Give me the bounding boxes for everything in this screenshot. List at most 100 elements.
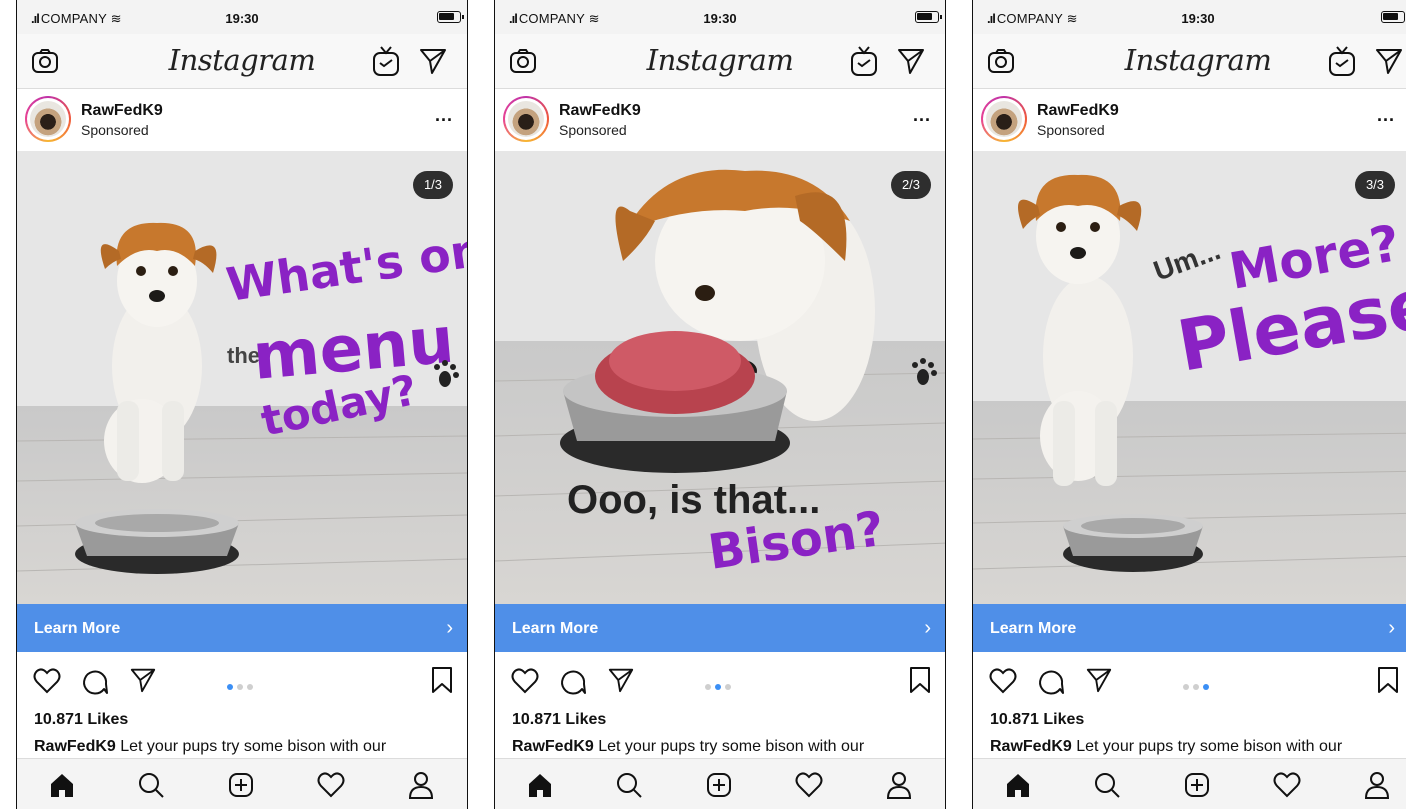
activity-icon[interactable] bbox=[317, 772, 345, 798]
learn-more-label: Learn More bbox=[34, 620, 121, 637]
comment-icon[interactable] bbox=[1037, 667, 1065, 695]
add-icon[interactable] bbox=[1183, 771, 1211, 799]
battery-icon bbox=[437, 11, 464, 23]
chevron-right-icon: › bbox=[1388, 617, 1395, 639]
learn-more-button[interactable]: Learn More › bbox=[17, 604, 467, 652]
post-image[interactable]: Um... More? Please? 3/3 bbox=[973, 151, 1406, 604]
post-header: RawFedK9 Sponsored ... bbox=[973, 89, 1406, 151]
carousel-dot bbox=[237, 684, 243, 690]
share-icon[interactable] bbox=[1085, 666, 1113, 694]
profile-icon[interactable] bbox=[407, 770, 435, 800]
top-bar: Instagram bbox=[973, 34, 1406, 89]
caption-text: Let your pups try some bison with our bbox=[1071, 738, 1343, 755]
top-bar: Instagram bbox=[495, 34, 945, 89]
post-image[interactable]: What's on the menu today? 1/3 bbox=[17, 151, 467, 604]
carousel-dot bbox=[1193, 684, 1199, 690]
status-bar: .ıl COMPANY ≋ 19:30 bbox=[17, 0, 467, 34]
sponsored-label: Sponsored bbox=[81, 122, 149, 138]
add-icon[interactable] bbox=[227, 771, 255, 799]
carousel-dot bbox=[715, 684, 721, 690]
tab-bar bbox=[495, 758, 945, 809]
chevron-right-icon: › bbox=[924, 617, 931, 639]
learn-more-label: Learn More bbox=[990, 620, 1077, 637]
caption-text: Let your pups try some bison with our bbox=[115, 738, 387, 755]
bookmark-icon[interactable] bbox=[909, 666, 931, 694]
slide-counter: 2/3 bbox=[891, 171, 931, 199]
comment-icon[interactable] bbox=[559, 667, 587, 695]
profile-icon[interactable] bbox=[1363, 770, 1391, 800]
post-header: RawFedK9 Sponsored ... bbox=[495, 89, 945, 151]
bookmark-icon[interactable] bbox=[431, 666, 453, 694]
search-icon[interactable] bbox=[1093, 771, 1121, 799]
tab-bar bbox=[17, 758, 467, 809]
battery-icon bbox=[915, 11, 942, 23]
igtv-icon[interactable] bbox=[849, 44, 879, 78]
carousel-dot bbox=[705, 684, 711, 690]
dog-photo-illustration: Ooo, is that... Bison? bbox=[495, 151, 945, 604]
bookmark-icon[interactable] bbox=[1377, 666, 1399, 694]
more-options-icon[interactable]: ... bbox=[435, 105, 453, 126]
carousel-dot bbox=[227, 684, 233, 690]
more-options-icon[interactable]: ... bbox=[913, 105, 931, 126]
post-actions bbox=[973, 652, 1406, 708]
comment-icon[interactable] bbox=[81, 667, 109, 695]
share-icon[interactable] bbox=[607, 666, 635, 694]
profile-icon[interactable] bbox=[885, 770, 913, 800]
direct-icon[interactable] bbox=[1374, 46, 1404, 76]
direct-icon[interactable] bbox=[418, 46, 448, 76]
more-options-icon[interactable]: ... bbox=[1377, 105, 1395, 126]
igtv-icon[interactable] bbox=[1327, 44, 1357, 78]
phone-screen-2: .ıl COMPANY ≋ 19:30 Instagram RawFedK9 Sp… bbox=[494, 0, 946, 809]
direct-icon[interactable] bbox=[896, 46, 926, 76]
caption-username[interactable]: RawFedK9 bbox=[512, 738, 594, 755]
home-icon[interactable] bbox=[1004, 771, 1032, 799]
search-icon[interactable] bbox=[615, 771, 643, 799]
caption: RawFedK9 Let your pups try some bison wi… bbox=[512, 738, 864, 756]
caption-text: Let your pups try some bison with our bbox=[593, 738, 865, 755]
avatar[interactable] bbox=[25, 96, 71, 142]
caption-username[interactable]: RawFedK9 bbox=[990, 738, 1072, 755]
account-name[interactable]: RawFedK9 bbox=[81, 102, 163, 120]
avatar[interactable] bbox=[503, 96, 549, 142]
slide-counter: 3/3 bbox=[1355, 171, 1395, 199]
heart-icon[interactable] bbox=[33, 668, 61, 694]
post-actions bbox=[17, 652, 467, 708]
carousel-indicator bbox=[705, 677, 741, 690]
status-bar: .ıl COMPANY ≋ 19:30 bbox=[973, 0, 1406, 34]
dog-photo-illustration: What's on the menu today? bbox=[17, 151, 467, 604]
home-icon[interactable] bbox=[526, 771, 554, 799]
carousel-dot bbox=[1183, 684, 1189, 690]
carousel-dot bbox=[1203, 684, 1209, 690]
top-bar: Instagram bbox=[17, 34, 467, 89]
add-icon[interactable] bbox=[705, 771, 733, 799]
slide-counter: 1/3 bbox=[413, 171, 453, 199]
igtv-icon[interactable] bbox=[371, 44, 401, 78]
carousel-dot bbox=[247, 684, 253, 690]
caption-username[interactable]: RawFedK9 bbox=[34, 738, 116, 755]
clock: 19:30 bbox=[1181, 11, 1215, 26]
post-image[interactable]: Ooo, is that... Bison? 2/3 bbox=[495, 151, 945, 604]
heart-icon[interactable] bbox=[989, 668, 1017, 694]
phone-screen-1: .ıl COMPANY ≋ 19:30 Instagram RawFedK9 Sp… bbox=[16, 0, 468, 809]
sponsored-label: Sponsored bbox=[1037, 122, 1105, 138]
clock: 19:30 bbox=[703, 11, 737, 26]
account-name[interactable]: RawFedK9 bbox=[559, 102, 641, 120]
activity-icon[interactable] bbox=[795, 772, 823, 798]
learn-more-button[interactable]: Learn More › bbox=[495, 604, 945, 652]
account-name[interactable]: RawFedK9 bbox=[1037, 102, 1119, 120]
likes-count[interactable]: 10.871 Likes bbox=[990, 711, 1084, 729]
search-icon[interactable] bbox=[137, 771, 165, 799]
avatar[interactable] bbox=[981, 96, 1027, 142]
likes-count[interactable]: 10.871 Likes bbox=[512, 711, 606, 729]
dog-photo-illustration: Um... More? Please? bbox=[973, 151, 1406, 604]
likes-count[interactable]: 10.871 Likes bbox=[34, 711, 128, 729]
phone-screen-3: .ıl COMPANY ≋ 19:30 Instagram RawFedK9 Sp… bbox=[972, 0, 1406, 809]
share-icon[interactable] bbox=[129, 666, 157, 694]
activity-icon[interactable] bbox=[1273, 772, 1301, 798]
learn-more-button[interactable]: Learn More › bbox=[973, 604, 1406, 652]
post-actions bbox=[495, 652, 945, 708]
sponsored-label: Sponsored bbox=[559, 122, 627, 138]
carousel-indicator bbox=[1183, 677, 1219, 690]
home-icon[interactable] bbox=[48, 771, 76, 799]
heart-icon[interactable] bbox=[511, 668, 539, 694]
